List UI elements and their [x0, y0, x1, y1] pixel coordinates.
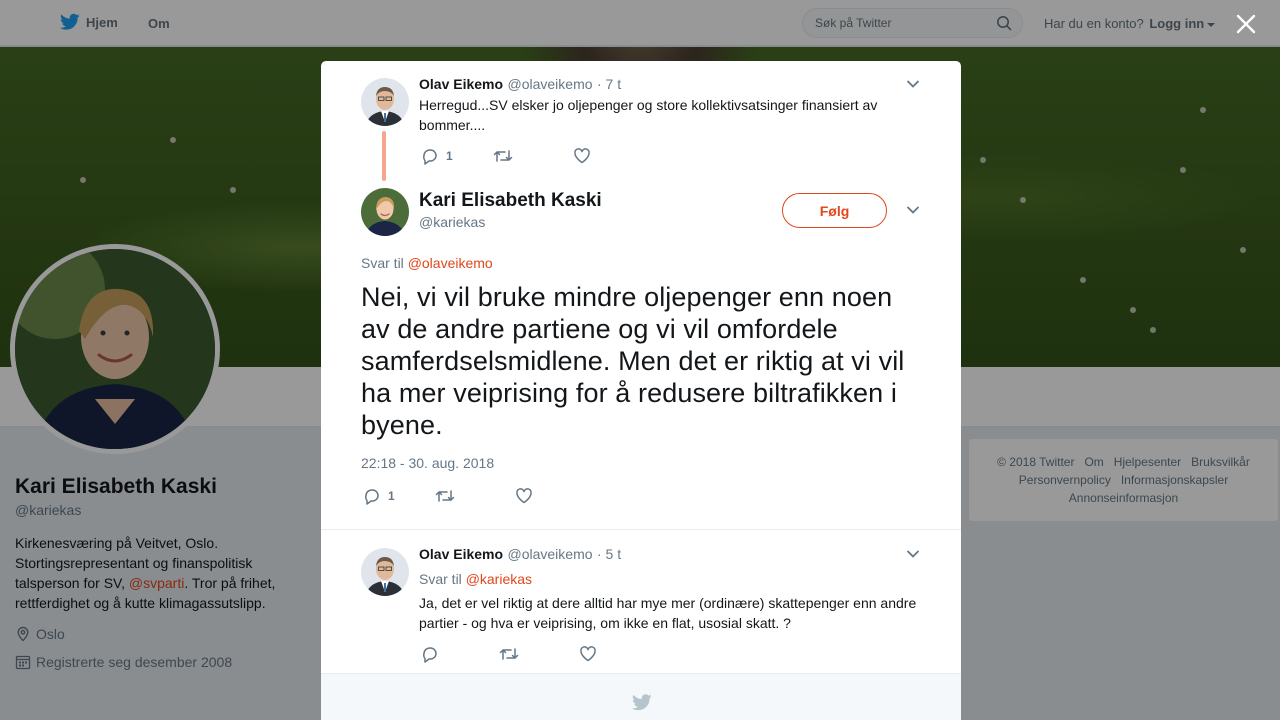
- reply-count: 1: [388, 489, 395, 503]
- reply-icon: [423, 647, 437, 663]
- tweet-header: Olav Eikemo @olaveikemo · 5 t: [419, 546, 621, 564]
- avatar[interactable]: [361, 78, 409, 126]
- thread-connector-line: [382, 131, 386, 181]
- retweet-icon: [435, 490, 454, 502]
- modal-footer: [321, 673, 961, 720]
- avatar[interactable]: [361, 188, 409, 236]
- reply-to-handle-link[interactable]: @olaveikemo: [408, 255, 493, 271]
- tweet-author-handle[interactable]: @olaveikemo: [508, 546, 593, 562]
- twitter-bird-icon: [632, 694, 652, 711]
- reply-button[interactable]: 1: [363, 487, 395, 505]
- reply-context: Svar til @olaveikemo: [361, 255, 493, 271]
- like-button[interactable]: [579, 645, 597, 663]
- tweet-text: Herregud...SV elsker jo oljepenger og st…: [419, 97, 878, 133]
- tweet-actions: 1: [363, 487, 533, 505]
- tweet-text-large: Nei, vi vil bruke mindre oljepenger enn …: [361, 282, 905, 440]
- tweet-timestamp[interactable]: 22:18 - 30. aug. 2018: [361, 455, 494, 471]
- tweet-author-handle[interactable]: @olaveikemo: [508, 76, 593, 92]
- reply-icon: [365, 489, 379, 505]
- reply-count: 1: [446, 149, 453, 163]
- divider: [321, 529, 961, 530]
- tweet-actions: [421, 645, 597, 663]
- like-button[interactable]: [515, 487, 533, 505]
- chevron-down-icon[interactable]: [906, 549, 920, 559]
- tweet-permalink-modal: Olav Eikemo @olaveikemo · 7 t Herregud..…: [321, 61, 961, 720]
- chevron-down-icon[interactable]: [906, 79, 920, 89]
- retweet-icon: [499, 648, 519, 660]
- close-icon[interactable]: [1234, 12, 1258, 36]
- like-icon: [573, 148, 590, 164]
- reply-to-handle-link[interactable]: @kariekas: [466, 571, 532, 587]
- reply-icon: [423, 149, 437, 165]
- retweet-button[interactable]: [499, 645, 519, 663]
- tweet-actions: 1: [421, 147, 591, 165]
- like-button[interactable]: [573, 147, 591, 165]
- reply-to-label: Svar til: [361, 255, 404, 271]
- tweet-author-name[interactable]: Kari Elisabeth Kaski: [419, 190, 602, 212]
- tweet-time[interactable]: · 7 t: [597, 76, 621, 92]
- tweet-author-handle[interactable]: @kariekas: [419, 214, 485, 230]
- like-icon: [580, 646, 596, 662]
- follow-button[interactable]: Følg: [782, 193, 887, 228]
- reply-context: Svar til @kariekas: [419, 571, 532, 587]
- reply-button[interactable]: [421, 645, 439, 663]
- retweet-button[interactable]: [493, 147, 513, 165]
- retweet-button[interactable]: [435, 487, 455, 505]
- tweet-author-name[interactable]: Olav Eikemo: [419, 76, 503, 92]
- reply-to-label: Svar til: [419, 571, 462, 587]
- tweet-header: Olav Eikemo @olaveikemo · 7 t: [419, 76, 621, 94]
- like-icon: [515, 488, 532, 504]
- chevron-down-icon[interactable]: [906, 205, 920, 215]
- reply-button[interactable]: 1: [421, 147, 453, 165]
- retweet-icon: [493, 150, 512, 162]
- tweet-time[interactable]: · 5 t: [597, 546, 621, 562]
- tweet-text: Ja, det er vel riktig at dere alltid har…: [419, 595, 917, 631]
- tweet-author-name[interactable]: Olav Eikemo: [419, 546, 503, 562]
- avatar[interactable]: [361, 548, 409, 596]
